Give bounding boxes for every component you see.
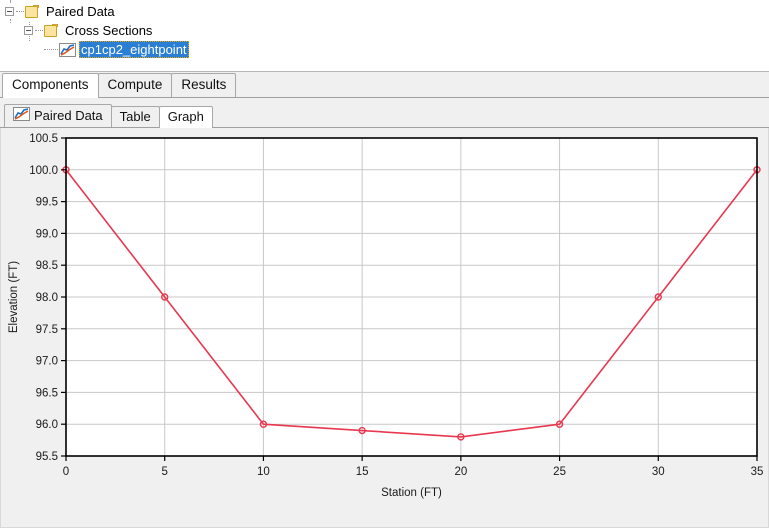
collapse-expander-icon[interactable] bbox=[24, 26, 33, 35]
x-axis-tick-label: 30 bbox=[652, 466, 665, 478]
tree-node-cross-sections[interactable]: Cross Sections bbox=[0, 21, 769, 40]
y-axis-tick-label: 100.5 bbox=[29, 133, 58, 145]
graph-panel[interactable]: 95.5 96.0 96.5 97.0 97.5 98.0 98.5 99.0 99.5 100.… bbox=[0, 128, 769, 528]
secondary-tabstrip: Paired Data Table Graph bbox=[0, 104, 769, 128]
tab-table[interactable]: Table bbox=[110, 106, 160, 127]
y-axis-tick-label: 95.5 bbox=[36, 451, 58, 463]
tree-connector bbox=[35, 30, 43, 31]
cross-section-chart[interactable]: 95.5 96.0 96.5 97.0 97.5 98.0 98.5 99.0 99.5 100.… bbox=[1, 128, 768, 507]
x-axis-title: Station (FT) bbox=[381, 487, 442, 499]
x-axis-tick-label: 25 bbox=[553, 466, 566, 478]
tab-paired-data[interactable]: Paired Data bbox=[4, 104, 112, 127]
y-axis-tick-label: 97.5 bbox=[36, 324, 58, 336]
y-axis-tick-label: 99.5 bbox=[36, 197, 58, 209]
paired-data-chart-icon bbox=[13, 107, 30, 124]
tree-node-label: Cross Sections bbox=[65, 23, 153, 38]
paired-data-chart-icon bbox=[59, 42, 76, 57]
tab-label: Graph bbox=[167, 109, 204, 124]
folder-icon bbox=[44, 24, 59, 37]
project-tree-panel[interactable]: Paired Data Cross Sections cp1cp2_eightp… bbox=[0, 0, 769, 72]
y-axis-tick-label: 99.0 bbox=[36, 228, 58, 240]
tab-results[interactable]: Results bbox=[171, 73, 237, 97]
tree-connector bbox=[44, 49, 58, 50]
primary-tabstrip: Components Compute Results bbox=[0, 72, 769, 98]
y-axis-tick-label: 96.5 bbox=[36, 387, 58, 399]
application-window: Paired Data Cross Sections cp1cp2_eightp… bbox=[0, 0, 769, 528]
x-axis-tick-label: 35 bbox=[751, 466, 764, 478]
tab-label: Table bbox=[119, 109, 151, 124]
tab-label: Paired Data bbox=[34, 108, 103, 123]
collapse-expander-icon[interactable] bbox=[5, 7, 14, 16]
tab-components[interactable]: Components bbox=[2, 73, 99, 98]
x-axis-tick-label: 10 bbox=[257, 466, 270, 478]
y-axis-tick-label: 100.0 bbox=[29, 165, 58, 177]
tree-connector bbox=[16, 11, 24, 12]
y-axis-tick-label: 98.0 bbox=[36, 292, 58, 304]
y-axis-tick-label: 96.0 bbox=[36, 419, 58, 431]
y-axis-tick-label: 97.0 bbox=[36, 356, 58, 368]
x-axis-tick-label: 20 bbox=[454, 466, 467, 478]
tab-compute[interactable]: Compute bbox=[97, 73, 173, 97]
tab-graph[interactable]: Graph bbox=[158, 106, 213, 128]
folder-icon bbox=[25, 5, 40, 18]
x-axis-tick-label: 0 bbox=[63, 466, 69, 478]
y-axis-tick-label: 98.5 bbox=[36, 260, 58, 272]
x-axis-tick-label: 15 bbox=[356, 466, 369, 478]
tree-node-paired-data[interactable]: Paired Data bbox=[0, 2, 769, 21]
tree-node-label: Paired Data bbox=[46, 4, 115, 19]
tree-node-cp1cp2-eightpoint[interactable]: cp1cp2_eightpoint bbox=[0, 40, 769, 59]
y-axis-title: Elevation (FT) bbox=[8, 261, 20, 333]
tree-node-label: cp1cp2_eightpoint bbox=[79, 41, 189, 58]
x-axis-tick-label: 5 bbox=[162, 466, 168, 478]
